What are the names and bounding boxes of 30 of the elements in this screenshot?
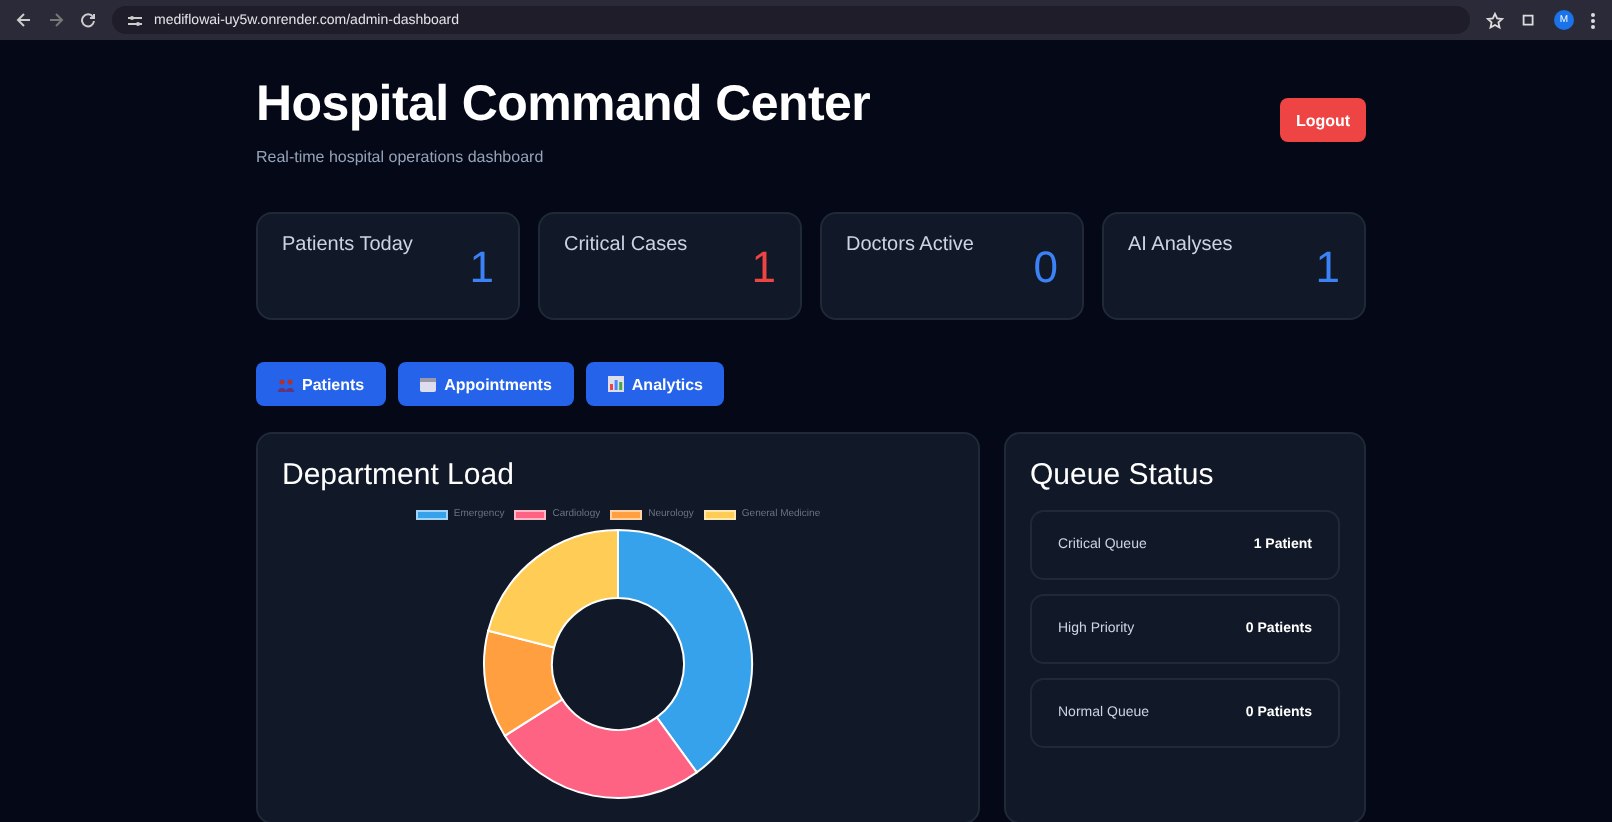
stat-value: 1 [1315,246,1340,296]
extensions-icon[interactable] [1520,11,1538,29]
legend-swatch[interactable] [703,509,736,519]
back-icon[interactable] [16,12,32,28]
nav-button[interactable]: Analytics [585,362,725,406]
legend-swatch[interactable] [610,509,643,519]
forward-icon[interactable] [48,12,64,28]
legend-swatch[interactable] [514,509,547,519]
stat-label: AI Analyses [1128,234,1233,260]
page-title: Hospital Command Center [256,76,871,134]
panel-title: Department Load [282,458,516,492]
reload-icon[interactable] [80,12,96,28]
stat-label: Critical Cases [564,234,688,260]
stat-value: 0 [1033,246,1058,296]
calendar-icon [420,377,437,391]
star-icon[interactable] [1486,11,1504,29]
stat-label: Doctors Active [846,234,974,260]
stat-label: Patients Today [282,234,413,260]
site-settings-icon[interactable] [128,13,142,27]
nav-button[interactable]: Patients [256,362,387,406]
panel-title: Queue Status [1030,458,1216,492]
menu-icon[interactable] [1590,11,1596,29]
legend-swatch[interactable] [415,509,448,519]
bar-chart-icon [607,376,624,392]
stat-value: 1 [751,246,776,296]
people-icon [278,377,294,391]
logout-button[interactable]: Logout [1280,98,1366,142]
nav-button[interactable]: Appointments [398,362,574,406]
stat-value: 1 [469,246,494,296]
page-subtitle: Real-time hospital operations dashboard [256,148,546,166]
